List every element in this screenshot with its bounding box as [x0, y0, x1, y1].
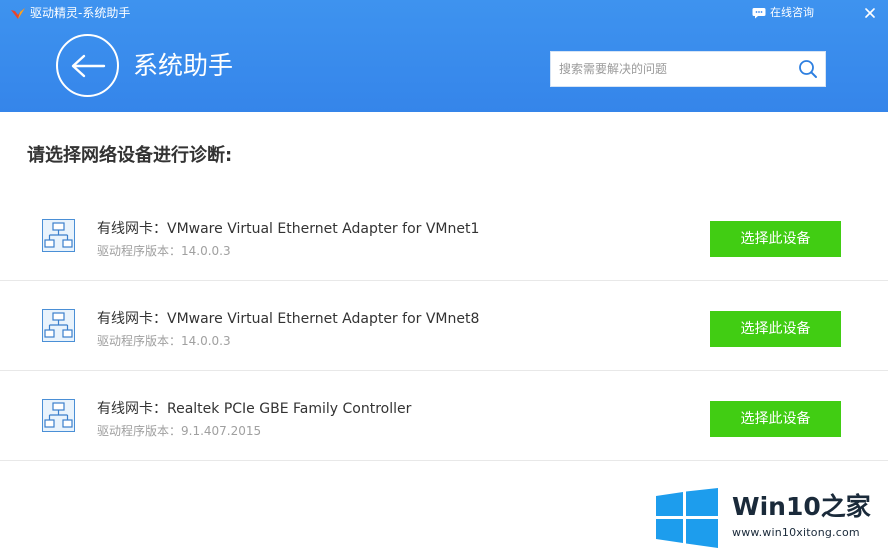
network-icon	[42, 309, 75, 342]
close-icon	[865, 8, 875, 18]
online-consult-label: 在线咨询	[770, 6, 814, 19]
network-icon	[42, 219, 75, 252]
select-device-button[interactable]: 选择此设备	[710, 401, 841, 437]
bird-logo-icon	[11, 8, 25, 19]
watermark: Win10之家 www.win10xitong.com	[656, 486, 888, 560]
driver-version: 驱动程序版本：14.0.0.3	[97, 334, 231, 348]
chat-bubble-icon	[752, 8, 766, 19]
network-icon	[42, 399, 75, 432]
device-name: 有线网卡：Realtek PCIe GBE Family Controller	[97, 401, 412, 417]
select-device-button[interactable]: 选择此设备	[710, 221, 841, 257]
page-title: 系统助手	[133, 51, 234, 80]
magnifier-icon	[799, 60, 817, 78]
device-name: 有线网卡：VMware Virtual Ethernet Adapter for…	[97, 311, 480, 327]
close-button[interactable]	[858, 2, 882, 24]
select-device-prompt: 请选择网络设备进行诊断:	[27, 145, 233, 166]
header: 驱动精灵-系统助手 在线咨询 系统助手	[0, 0, 888, 112]
app-window: 驱动精灵-系统助手 在线咨询 系统助手 搜索需要解决的问题 请选择网络设备进行诊…	[0, 0, 888, 560]
title-bar: 驱动精灵-系统助手 在线咨询	[0, 0, 888, 28]
device-row: 有线网卡：VMware Virtual Ethernet Adapter for…	[0, 281, 888, 371]
search-input[interactable]	[551, 52, 791, 86]
driver-version: 驱动程序版本：9.1.407.2015	[97, 424, 262, 438]
select-device-button[interactable]: 选择此设备	[710, 311, 841, 347]
online-consult-link[interactable]: 在线咨询	[752, 5, 814, 21]
device-list: 有线网卡：VMware Virtual Ethernet Adapter for…	[0, 191, 888, 461]
watermark-brand: Win10之家	[732, 492, 871, 521]
watermark-url: www.win10xitong.com	[732, 526, 860, 539]
search-box	[550, 51, 826, 87]
device-row: 有线网卡：Realtek PCIe GBE Family Controller …	[0, 371, 888, 461]
arrow-left-icon	[71, 54, 105, 77]
device-name: 有线网卡：VMware Virtual Ethernet Adapter for…	[97, 221, 480, 237]
back-button[interactable]	[56, 34, 119, 97]
windows-logo-icon	[656, 488, 718, 548]
app-title: 驱动精灵-系统助手	[30, 6, 131, 20]
search-button[interactable]	[791, 52, 825, 86]
device-row: 有线网卡：VMware Virtual Ethernet Adapter for…	[0, 191, 888, 281]
driver-version: 驱动程序版本：14.0.0.3	[97, 244, 231, 258]
